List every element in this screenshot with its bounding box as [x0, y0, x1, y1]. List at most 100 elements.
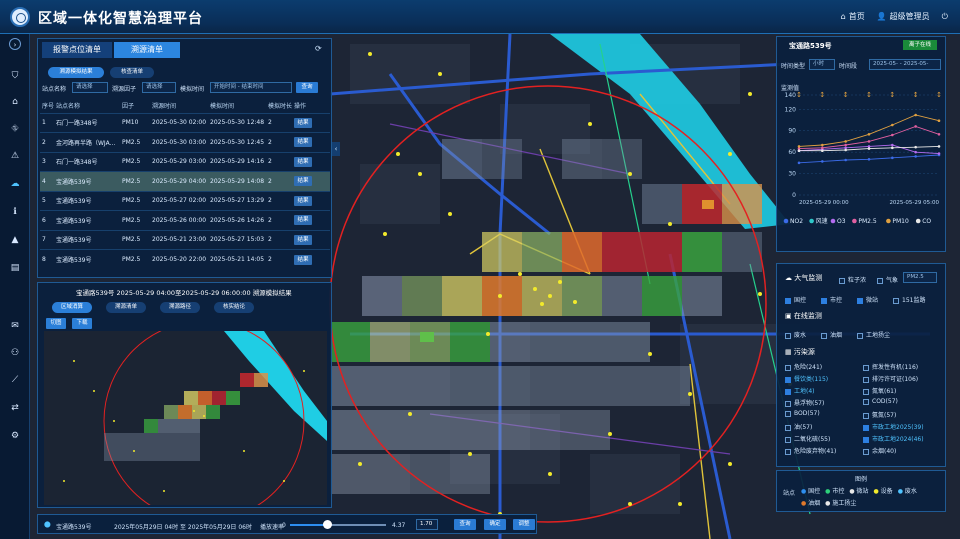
warning-icon[interactable]: ▲: [9, 234, 21, 246]
switch-map-button[interactable]: 切图: [46, 318, 66, 329]
pollution-item[interactable]: 工地(4): [785, 386, 815, 395]
refresh-icon[interactable]: ⟳: [315, 44, 325, 54]
checkbox[interactable]: [785, 410, 791, 417]
checkbox[interactable]: [863, 388, 869, 395]
layer-opt-particle[interactable]: 粒子浓: [839, 275, 866, 284]
checkbox[interactable]: [785, 332, 791, 339]
result-button[interactable]: 结果: [294, 117, 312, 128]
expand-icon[interactable]: ›: [9, 38, 21, 50]
time-range-picker[interactable]: 2025-05- - 2025-05-: [869, 59, 941, 70]
download-button[interactable]: 下载: [72, 318, 92, 329]
checkbox[interactable]: [785, 364, 791, 371]
checkbox[interactable]: [863, 364, 869, 371]
factor-select[interactable]: 请选择: [142, 82, 176, 93]
checkbox[interactable]: [893, 297, 899, 304]
layer-weizhan[interactable]: 微站: [857, 295, 878, 304]
table-row[interactable]: 8 宝通路539号 PM2.5 2025-05-20 22:00 2025-05-21 …: [40, 249, 330, 269]
result-tab-list[interactable]: 溯源清单: [106, 302, 146, 313]
pollution-item[interactable]: 市政工地2024(46): [863, 434, 924, 443]
analysis-icon[interactable]: ⛗: [9, 123, 21, 135]
checkbox[interactable]: [785, 448, 791, 455]
pollution-item[interactable]: COD(57): [863, 398, 898, 405]
pollution-item[interactable]: 余烟(40): [863, 446, 896, 455]
cloud-icon[interactable]: ☁: [9, 178, 21, 190]
result-mini-map[interactable]: [44, 331, 327, 505]
online-dust[interactable]: 工地扬尘: [857, 330, 890, 339]
checkbox[interactable]: [821, 297, 827, 304]
result-button[interactable]: 结果: [294, 234, 312, 245]
pollution-item[interactable]: 氮氧(61): [863, 386, 896, 395]
user-menu[interactable]: 👤 超级管理员: [877, 11, 930, 22]
checkbox[interactable]: [785, 400, 791, 407]
inbox-icon[interactable]: ✉: [9, 320, 21, 332]
pollution-item[interactable]: BOD(57): [785, 410, 820, 417]
pollution-item[interactable]: 悬浮物(57): [785, 398, 824, 407]
monitor-icon[interactable]: ⛉: [9, 70, 21, 82]
home-nav-icon[interactable]: ⌂: [9, 96, 21, 108]
checkbox[interactable]: [877, 277, 883, 284]
result-button[interactable]: 结果: [294, 176, 312, 187]
info-icon[interactable]: ℹ: [9, 206, 21, 218]
tab-trace-list[interactable]: 溯源清单: [114, 42, 180, 58]
time-type-select[interactable]: 小时: [809, 59, 835, 70]
checkbox[interactable]: [863, 412, 869, 419]
result-tab-area[interactable]: 区域消算: [52, 302, 92, 313]
checkbox[interactable]: [863, 448, 869, 455]
result-tab-path[interactable]: 溯源路径: [160, 302, 200, 313]
settings-icon[interactable]: ⚙: [9, 430, 21, 442]
table-row[interactable]: 7 宝通路539号 PM2.5 2025-05-21 23:00 2025-05-27 …: [40, 229, 330, 250]
online-fume[interactable]: 油烟: [821, 330, 842, 339]
layer-opt-weather[interactable]: 气象: [877, 275, 898, 284]
timeline-adjust-button[interactable]: 调整: [513, 519, 535, 530]
document-icon[interactable]: ▤: [9, 262, 21, 274]
pollution-item[interactable]: 排污许可证(106): [863, 374, 918, 383]
pollution-item[interactable]: 市政工地2025(39): [863, 422, 924, 431]
layer-guokong[interactable]: 国控: [785, 295, 806, 304]
pollution-item[interactable]: 油(57): [785, 422, 812, 431]
table-row[interactable]: 4 宝通路539号 PM2.5 2025-05-29 04:00 2025-05-29 …: [40, 171, 330, 191]
tab-alarm-list[interactable]: 报警点位清单: [42, 42, 112, 58]
pollution-item[interactable]: 危险(241): [785, 362, 822, 371]
checkbox[interactable]: [785, 297, 791, 304]
table-row[interactable]: 6 宝通路539号 PM2.5 2025-05-26 00:00 2025-05-26 …: [40, 210, 330, 230]
subtab-check-list[interactable]: 核查清单: [110, 67, 154, 78]
result-button[interactable]: 结果: [294, 137, 312, 148]
checkbox[interactable]: [863, 398, 869, 405]
table-row[interactable]: 5 宝通路539号 PM2.5 2025-05-27 02:00 2025-05-27 …: [40, 190, 330, 211]
result-button[interactable]: 结果: [294, 215, 312, 226]
subtab-sim-result[interactable]: 溯源模拟结果: [48, 67, 104, 78]
checkbox[interactable]: [821, 332, 827, 339]
query-button[interactable]: 查询: [296, 82, 318, 93]
timeline-query-button[interactable]: 查询: [454, 519, 476, 530]
table-row[interactable]: 2 金河路再半路（WJA... PM2.5 2025-05-30 03:00 2025-…: [40, 132, 330, 152]
checkbox[interactable]: [785, 436, 791, 443]
speed-value-input[interactable]: 1.70: [416, 519, 438, 530]
checkbox[interactable]: [863, 424, 869, 431]
pollution-list[interactable]: 危险(241) 挥发性有机(116) 餐饮类(115) 排污许可证(106) 工地(4)…: [785, 362, 943, 464]
pollution-item[interactable]: 危险废弃物(41): [785, 446, 836, 455]
online-wastewater[interactable]: 废水: [785, 330, 806, 339]
pollution-item[interactable]: 餐饮类(115): [785, 374, 828, 383]
station-select[interactable]: 请选择: [72, 82, 108, 93]
collapse-left-icon[interactable]: ‹: [332, 142, 340, 156]
time-range-input[interactable]: 开始时间 - 结束时间: [210, 82, 292, 93]
layer-shikong[interactable]: 市控: [821, 295, 842, 304]
checkbox[interactable]: [785, 424, 791, 431]
pollution-item[interactable]: 二氧化硫(55): [785, 434, 830, 443]
result-button[interactable]: 结果: [294, 156, 312, 167]
home-link[interactable]: ⌂ 首页: [841, 11, 865, 22]
pollution-item[interactable]: 挥发性有机(116): [863, 362, 918, 371]
checkbox[interactable]: [857, 297, 863, 304]
person-icon[interactable]: ⚇: [9, 347, 21, 359]
alarm-icon[interactable]: ⚠: [9, 150, 21, 162]
checkbox[interactable]: [857, 332, 863, 339]
result-tab-conclusion[interactable]: 核实结论: [214, 302, 254, 313]
checkbox[interactable]: [863, 376, 869, 383]
pollution-item[interactable]: 氨氮(57): [863, 410, 896, 419]
trend-icon[interactable]: ⟋: [9, 374, 21, 386]
switch-icon[interactable]: ⇄: [9, 402, 21, 414]
table-row[interactable]: 3 石门一路348号 PM2.5 2025-05-29 03:00 2025-05-29…: [40, 151, 330, 172]
speed-slider-handle[interactable]: [322, 520, 332, 529]
layer-151[interactable]: 151监路: [893, 295, 925, 304]
logout-icon[interactable]: ⏻: [942, 12, 948, 22]
